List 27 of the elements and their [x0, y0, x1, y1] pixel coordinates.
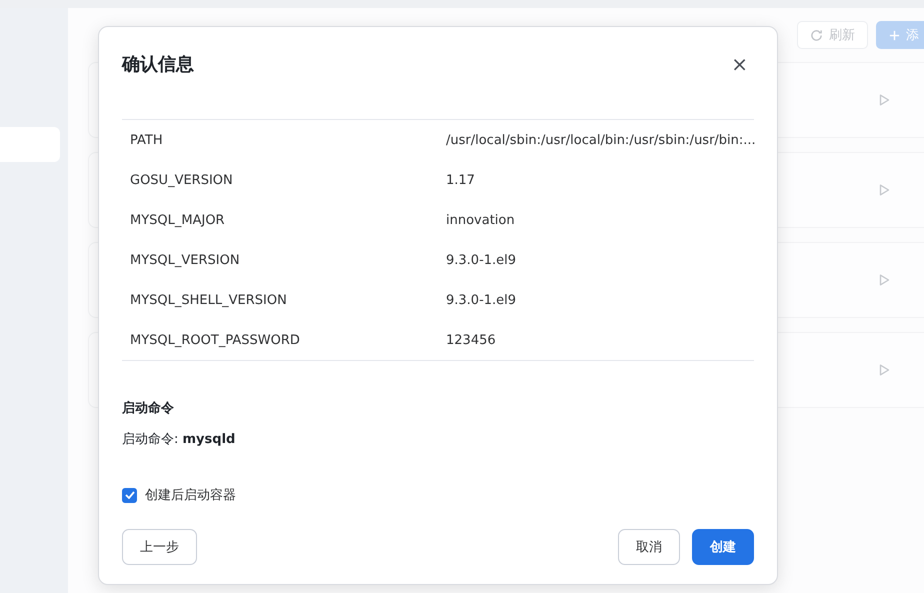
create-button[interactable]: 创建 — [692, 529, 754, 565]
table-cell-text: MYSQL_ROOT_PASSWORD — [129, 332, 301, 348]
table-cell-text: MYSQL_SHELL_VERSION — [129, 292, 288, 308]
table-cell-text: 9.3.0-1.el9 — [445, 292, 518, 308]
table-cell-text: /usr/local/sbin:/usr/local/bin:/usr/sbin:/usr/bin:... — [445, 132, 756, 148]
table-cell-text: 9.3.0-1.el9 — [445, 252, 518, 268]
command-text: 启动命令: mysqld — [122, 431, 236, 448]
table-cell-text: PATH — [129, 132, 164, 148]
play-icon[interactable] — [879, 364, 890, 376]
refresh-icon — [810, 28, 823, 42]
back-button[interactable]: 上一步 — [122, 529, 197, 565]
table-cell-text: MYSQL_MAJOR — [129, 212, 226, 228]
close-button[interactable]: × — [725, 46, 754, 82]
start-checkbox[interactable]: 创建后启动容器 — [122, 486, 236, 504]
section-heading: 启动命令 — [122, 400, 175, 417]
table-cell-text: MYSQL_VERSION — [129, 252, 241, 268]
dialog-title: 确认信息 — [122, 53, 194, 76]
table-cell-text: 1.17 — [445, 172, 476, 188]
play-icon[interactable] — [879, 274, 890, 286]
play-icon[interactable] — [879, 94, 890, 106]
checkbox[interactable] — [122, 488, 137, 502]
play-icon[interactable] — [879, 184, 890, 196]
cancel-button[interactable]: 取消 — [618, 529, 680, 565]
plus-icon — [889, 30, 900, 40]
table-cell-text: innovation — [445, 212, 516, 228]
table-cell-text: 123456 — [445, 332, 497, 348]
table-cell-text: GOSU_VERSION — [129, 172, 234, 188]
